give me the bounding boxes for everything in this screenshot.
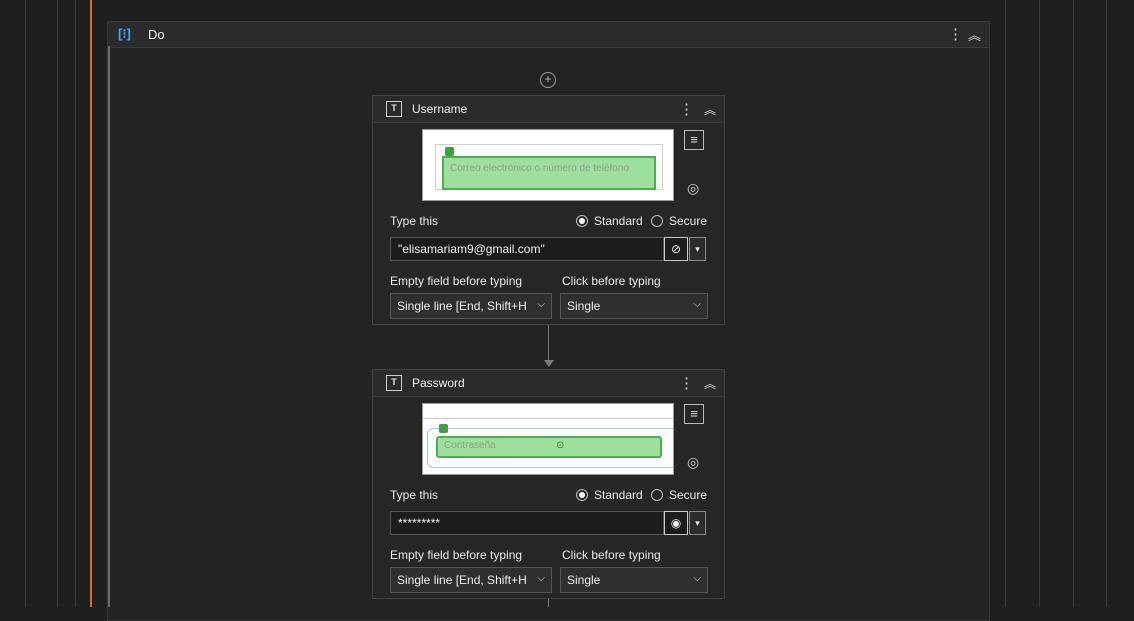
radio-secure-label: Secure [669, 488, 708, 502]
flow-arrow-icon [544, 360, 554, 367]
hidden-icon[interactable]: ⊘ [664, 237, 688, 261]
text-to-type-field[interactable]: "elisamariam9@gmail.com" [390, 237, 664, 261]
more-options-icon[interactable]: ⋮ [679, 374, 694, 392]
collapse-icon[interactable]: ︽ [704, 101, 716, 118]
card-title: Password [412, 376, 465, 390]
add-action-icon[interactable]: + [540, 72, 556, 88]
dropdown-arrow-icon[interactable]: ▾ [689, 237, 706, 261]
guide-line [25, 0, 26, 607]
more-options-icon[interactable]: ⋮ [948, 25, 963, 43]
action-card-username[interactable]: T Username ⋮ ︽ Correo electrónico o núme… [372, 95, 725, 325]
radio-standard-label: Standard [594, 214, 643, 228]
card-header[interactable]: T Password ⋮ ︽ [373, 370, 724, 397]
preview-placeholder: Correo electrónico o número de teléfono [450, 163, 629, 174]
target-picker-icon[interactable]: ◎ [687, 180, 699, 197]
click-before-select[interactable]: Single ⌵ [560, 293, 708, 319]
radio-secure[interactable] [651, 489, 663, 501]
empty-field-select[interactable]: Single line [End, Shift+H ⌵ [390, 567, 552, 593]
empty-field-value: Single line [End, Shift+H [397, 299, 527, 313]
element-preview: Correo electrónico o número de teléfono [422, 129, 674, 201]
flow-connector [548, 325, 549, 360]
sequence-guide-line [108, 46, 110, 607]
collapse-icon[interactable]: ︽ [704, 375, 716, 392]
card-header[interactable]: T Username ⋮ ︽ [373, 96, 724, 123]
type-text-icon: T [386, 375, 402, 391]
empty-field-select[interactable]: Single line [End, Shift+H ⌵ [390, 293, 552, 319]
target-highlight: Contraseña ⊙ [436, 436, 662, 458]
guide-line [1005, 0, 1006, 607]
click-before-value: Single [567, 573, 601, 587]
active-indicator-line [90, 0, 92, 607]
guide-line [75, 0, 76, 607]
click-before-select[interactable]: Single ⌵ [560, 567, 708, 593]
element-preview: Contraseña ⊙ [422, 403, 674, 475]
radio-standard-label: Standard [594, 488, 643, 502]
guide-line [1106, 0, 1107, 607]
type-this-label: Type this [390, 488, 439, 502]
guide-line [57, 0, 58, 607]
dropdown-arrow-icon[interactable]: ▾ [689, 511, 706, 535]
type-this-label: Type this [390, 214, 439, 228]
more-options-icon[interactable]: ⋮ [679, 100, 694, 118]
sequence-icon: [⁝] [118, 26, 131, 41]
menu-icon[interactable]: ≡ [684, 130, 704, 150]
text-to-type-field[interactable]: ********* [390, 511, 664, 535]
target-picker-icon[interactable]: ◎ [687, 454, 699, 471]
chevron-down-icon: ⌵ [693, 299, 701, 310]
sequence-header[interactable]: [⁝] Do ⋮ ︽ [108, 22, 989, 48]
radio-secure[interactable] [651, 215, 663, 227]
flow-connector [548, 599, 549, 607]
action-card-password[interactable]: T Password ⋮ ︽ Contraseña ⊙ ≡ ◎ Type thi… [372, 369, 725, 599]
empty-field-label: Empty field before typing [390, 548, 523, 562]
chevron-down-icon: ⌵ [693, 573, 701, 584]
collapse-icon[interactable]: ︽ [968, 25, 981, 44]
target-point-icon: ⊙ [556, 440, 565, 451]
click-before-label: Click before typing [562, 274, 661, 288]
target-highlight: Correo electrónico o número de teléfono [442, 156, 656, 190]
guide-line [1073, 0, 1074, 607]
type-text-icon: T [386, 101, 402, 117]
sequence-title: Do [148, 27, 165, 42]
anchor-tag [439, 424, 448, 433]
card-title: Username [412, 102, 468, 116]
radio-standard[interactable] [576, 489, 588, 501]
radio-standard[interactable] [576, 215, 588, 227]
click-before-value: Single [567, 299, 601, 313]
empty-field-value: Single line [End, Shift+H [397, 573, 527, 587]
chevron-down-icon: ⌵ [537, 573, 545, 584]
empty-field-label: Empty field before typing [390, 274, 523, 288]
anchor-tag [445, 147, 454, 156]
preview-divider [423, 418, 673, 419]
menu-icon[interactable]: ≡ [684, 404, 704, 424]
preview-placeholder: Contraseña [444, 440, 496, 451]
radio-secure-label: Secure [669, 214, 708, 228]
click-before-label: Click before typing [562, 548, 661, 562]
eye-icon[interactable]: ◉ [664, 511, 688, 535]
chevron-down-icon: ⌵ [537, 299, 545, 310]
guide-line [1039, 0, 1040, 607]
